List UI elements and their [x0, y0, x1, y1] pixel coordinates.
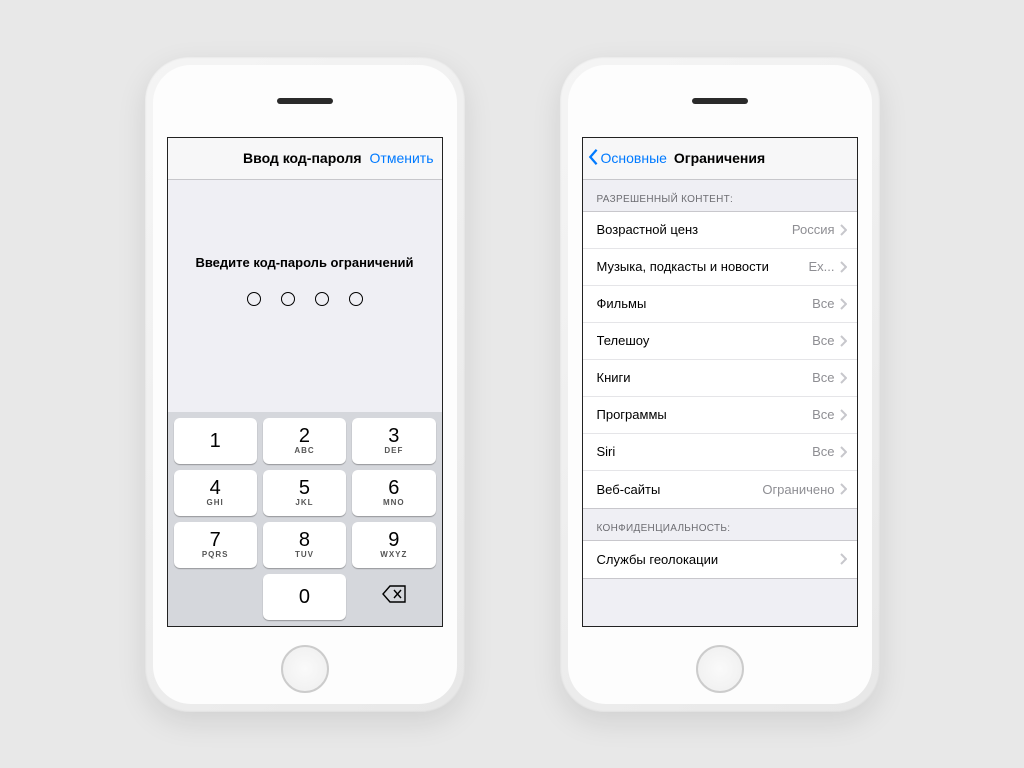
keypad-key-8[interactable]: 8TUV	[263, 522, 346, 568]
chevron-right-icon	[839, 372, 847, 384]
nav-bar: Основные Ограничения	[583, 138, 857, 180]
chevron-right-icon	[839, 298, 847, 310]
keypad-key-3[interactable]: 3DEF	[352, 418, 435, 464]
row-apps[interactable]: Программы Все	[583, 397, 857, 434]
passcode-body: Введите код-пароль ограничений 1 2ABC 3D…	[168, 180, 442, 626]
row-location-services[interactable]: Службы геолокации	[583, 541, 857, 578]
keypad-key-7[interactable]: 7PQRS	[174, 522, 257, 568]
list-group-privacy: Службы геолокации	[583, 540, 857, 579]
cancel-button[interactable]: Отменить	[370, 150, 434, 166]
row-tvshows[interactable]: Телешоу Все	[583, 323, 857, 360]
passcode-dot-1	[247, 292, 261, 306]
keypad-backspace[interactable]	[352, 574, 435, 620]
row-value: Россия	[792, 222, 835, 237]
phone-inner: Ввод код-пароля Отменить Введите код-пар…	[153, 65, 457, 704]
passcode-prompt: Введите код-пароль ограничений	[195, 255, 413, 270]
nav-bar: Ввод код-пароля Отменить	[168, 138, 442, 180]
nav-title: Ввод код-пароля	[243, 150, 361, 166]
keypad-key-9[interactable]: 9WXYZ	[352, 522, 435, 568]
backspace-icon	[382, 585, 406, 609]
row-value: Все	[812, 333, 834, 348]
keypad-key-5[interactable]: 5JKL	[263, 470, 346, 516]
phone-mockup-left: Ввод код-пароля Отменить Введите код-пар…	[145, 57, 465, 712]
list-group-content: Возрастной ценз Россия Музыка, подкасты …	[583, 211, 857, 509]
row-value: Все	[812, 370, 834, 385]
row-label: Музыка, подкасты и новости	[597, 259, 809, 274]
chevron-right-icon	[839, 553, 847, 565]
earpiece	[692, 98, 748, 104]
keypad-key-6[interactable]: 6MNO	[352, 470, 435, 516]
row-label: Книги	[597, 370, 813, 385]
keypad-key-4[interactable]: 4GHI	[174, 470, 257, 516]
chevron-right-icon	[839, 446, 847, 458]
passcode-dot-4	[349, 292, 363, 306]
chevron-right-icon	[839, 335, 847, 347]
passcode-dots	[247, 292, 363, 306]
row-label: Службы геолокации	[597, 552, 835, 567]
row-value: Все	[812, 444, 834, 459]
row-value: Ограничено	[762, 482, 834, 497]
row-siri[interactable]: Siri Все	[583, 434, 857, 471]
row-music-podcasts[interactable]: Музыка, подкасты и новости Ex...	[583, 249, 857, 286]
row-label: Веб-сайты	[597, 482, 763, 497]
row-label: Siri	[597, 444, 813, 459]
passcode-dot-2	[281, 292, 295, 306]
keypad-key-0[interactable]: 0	[263, 574, 346, 620]
chevron-right-icon	[839, 409, 847, 421]
section-header-content: РАЗРЕШЕННЫЙ КОНТЕНТ:	[583, 180, 857, 211]
phone-mockup-right: Основные Ограничения РАЗРЕШЕННЫЙ КОНТЕНТ…	[560, 57, 880, 712]
screen-restrictions: Основные Ограничения РАЗРЕШЕННЫЙ КОНТЕНТ…	[582, 137, 858, 627]
screen-passcode: Ввод код-пароля Отменить Введите код-пар…	[167, 137, 443, 627]
back-label: Основные	[601, 150, 667, 166]
row-value: Все	[812, 407, 834, 422]
phone-top-hardware	[568, 65, 872, 137]
passcode-dot-3	[315, 292, 329, 306]
back-button[interactable]: Основные	[583, 148, 667, 169]
row-age-rating[interactable]: Возрастной ценз Россия	[583, 212, 857, 249]
nav-title: Ограничения	[674, 150, 765, 166]
phone-top-hardware	[153, 65, 457, 137]
row-label: Программы	[597, 407, 813, 422]
row-value: Все	[812, 296, 834, 311]
keypad-key-empty	[174, 574, 257, 620]
row-label: Телешоу	[597, 333, 813, 348]
section-header-privacy: КОНФИДЕНЦИАЛЬНОСТЬ:	[583, 509, 857, 540]
row-label: Фильмы	[597, 296, 813, 311]
numeric-keypad: 1 2ABC 3DEF 4GHI 5JKL 6MNO 7PQRS 8TUV 9W…	[168, 412, 442, 626]
chevron-left-icon	[587, 148, 599, 169]
keypad-key-2[interactable]: 2ABC	[263, 418, 346, 464]
earpiece	[277, 98, 333, 104]
home-button[interactable]	[696, 645, 744, 693]
home-button[interactable]	[281, 645, 329, 693]
chevron-right-icon	[839, 224, 847, 236]
chevron-right-icon	[839, 261, 847, 273]
phone-inner: Основные Ограничения РАЗРЕШЕННЫЙ КОНТЕНТ…	[568, 65, 872, 704]
chevron-right-icon	[839, 483, 847, 495]
row-books[interactable]: Книги Все	[583, 360, 857, 397]
row-websites[interactable]: Веб-сайты Ограничено	[583, 471, 857, 508]
row-label: Возрастной ценз	[597, 222, 792, 237]
row-value: Ex...	[808, 259, 834, 274]
keypad-key-1[interactable]: 1	[174, 418, 257, 464]
row-movies[interactable]: Фильмы Все	[583, 286, 857, 323]
settings-list: РАЗРЕШЕННЫЙ КОНТЕНТ: Возрастной ценз Рос…	[583, 180, 857, 626]
